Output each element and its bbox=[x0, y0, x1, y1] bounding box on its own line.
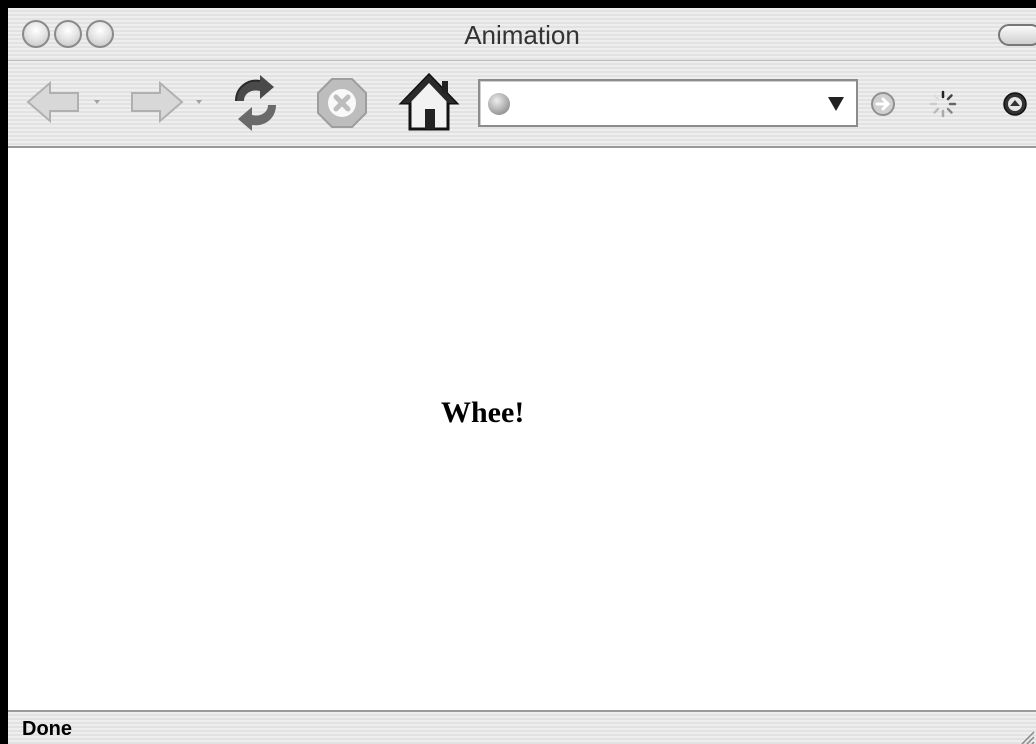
home-button[interactable] bbox=[398, 71, 460, 140]
menu-icon bbox=[1003, 92, 1027, 116]
menu-button[interactable] bbox=[1002, 91, 1028, 122]
reload-button[interactable] bbox=[226, 73, 286, 138]
window-title: Animation bbox=[464, 20, 580, 50]
go-arrow-icon bbox=[871, 92, 895, 116]
url-history-dropdown-icon[interactable] bbox=[828, 97, 844, 111]
stop-button[interactable] bbox=[312, 73, 372, 138]
go-button[interactable] bbox=[870, 91, 896, 122]
page-text: Whee! bbox=[441, 396, 525, 429]
status-text: Done bbox=[22, 718, 72, 740]
resize-grip-icon[interactable] bbox=[1014, 724, 1036, 744]
back-arrow-icon bbox=[26, 80, 79, 124]
navigation-toolbar bbox=[8, 61, 1036, 148]
title-bar: Animation bbox=[8, 8, 1036, 61]
url-input[interactable] bbox=[518, 89, 812, 119]
throbber bbox=[928, 89, 958, 124]
back-button[interactable] bbox=[24, 77, 84, 132]
back-history-dropdown-icon[interactable] bbox=[94, 100, 100, 104]
page-content: Whee! bbox=[8, 148, 1036, 710]
reload-icon bbox=[235, 75, 276, 131]
stop-icon bbox=[317, 78, 367, 128]
forward-button[interactable] bbox=[126, 77, 186, 132]
globe-icon bbox=[488, 93, 510, 115]
throbber-icon bbox=[929, 90, 957, 118]
toolbar-toggle-button[interactable] bbox=[998, 24, 1036, 46]
browser-window: Animation Whee! Done bbox=[8, 8, 1036, 744]
status-bar: Done bbox=[8, 710, 1036, 744]
address-bar[interactable] bbox=[478, 79, 858, 127]
home-icon bbox=[398, 72, 460, 131]
forward-history-dropdown-icon[interactable] bbox=[196, 100, 202, 104]
forward-arrow-icon bbox=[131, 80, 184, 124]
